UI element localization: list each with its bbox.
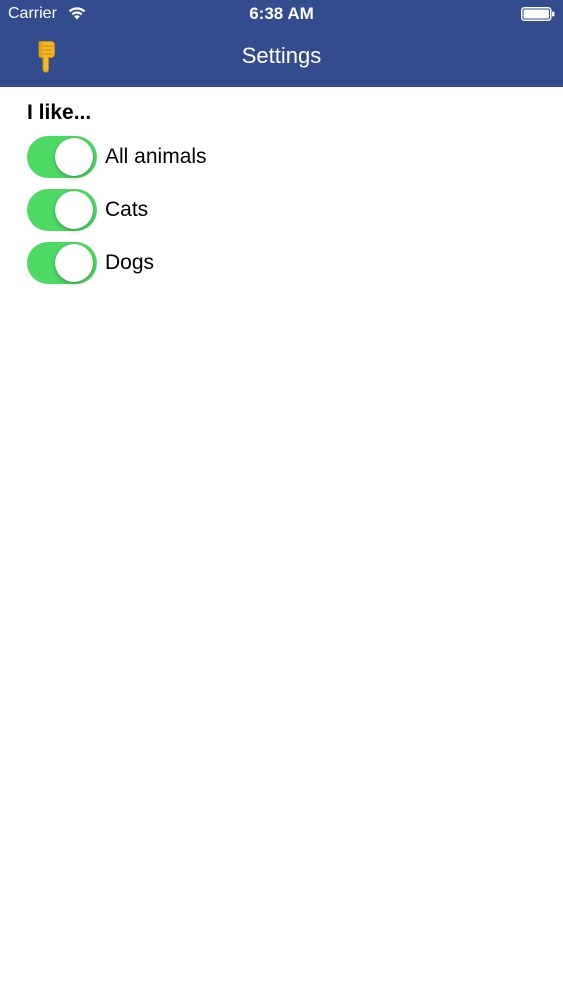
battery-full-icon <box>521 7 555 21</box>
all-animals-switch[interactable] <box>27 136 97 178</box>
section-heading: I like... <box>27 101 92 124</box>
nav-bar: Settings <box>0 28 563 87</box>
cats-label: Cats <box>105 198 149 221</box>
app-header: Carrier 6:38 AM Settings <box>0 0 563 87</box>
toggle-row-cats: Cats <box>27 189 427 231</box>
all-animals-label: All animals <box>105 145 207 168</box>
status-time: 6:38 AM <box>249 4 314 23</box>
cats-switch[interactable] <box>27 189 97 231</box>
dogs-label: Dogs <box>105 251 155 274</box>
toggle-row-all-animals: All animals <box>27 136 427 178</box>
page-title: Settings <box>241 43 322 68</box>
toggle-row-dogs: Dogs <box>27 242 427 284</box>
settings-screen: Carrier 6:38 AM Settings I like... All a… <box>0 0 563 1000</box>
status-bar: Carrier 6:38 AM <box>0 0 563 28</box>
switch-knob <box>55 191 93 229</box>
dogs-switch[interactable] <box>27 242 97 284</box>
switch-knob <box>55 244 93 282</box>
switch-knob <box>55 138 93 176</box>
